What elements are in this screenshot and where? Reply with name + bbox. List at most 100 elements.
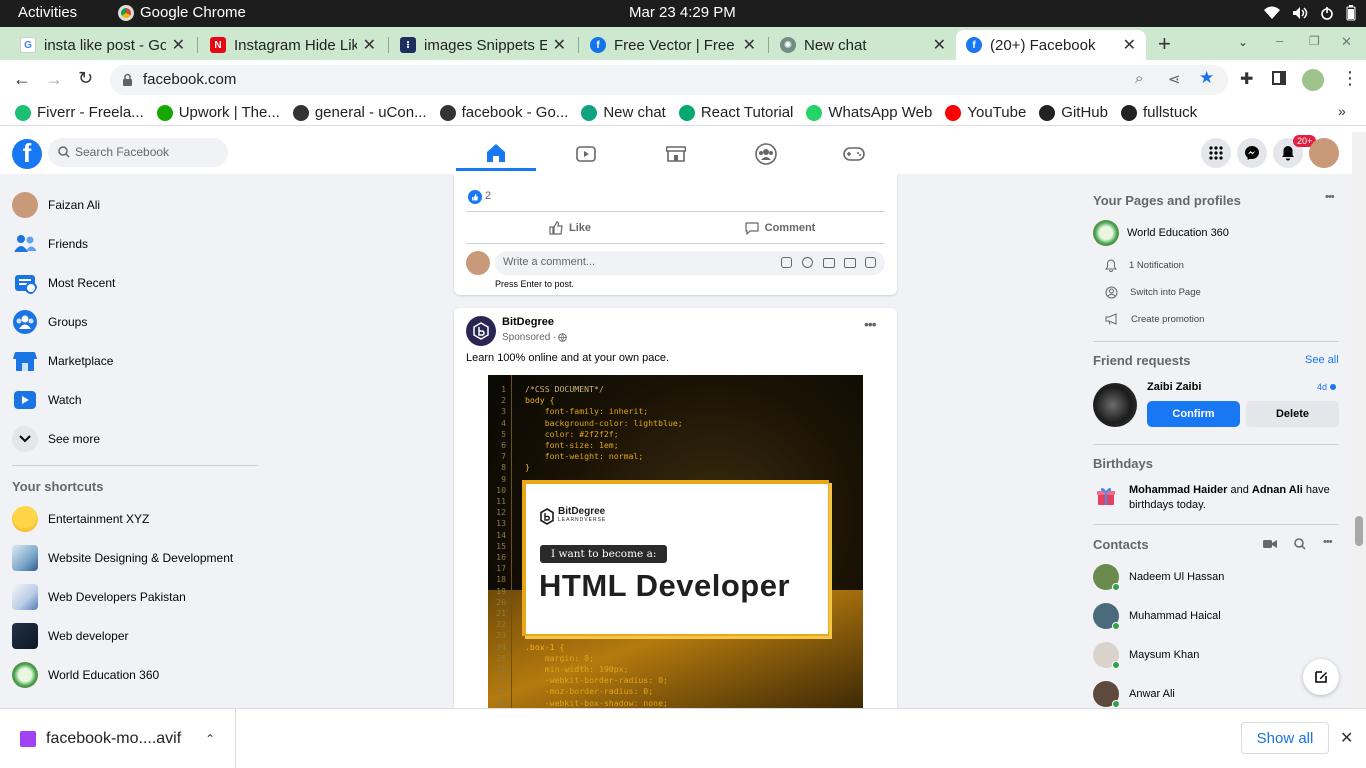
birthday-text[interactable]: Mohammad Haider and Adnan Ali have birth… xyxy=(1129,483,1341,513)
back-icon[interactable]: ← xyxy=(13,69,31,90)
request-name[interactable]: Zaibi Zaibi xyxy=(1147,381,1201,393)
nav-groups[interactable] xyxy=(726,137,806,171)
sidebar-item-watch[interactable]: Watch xyxy=(12,387,82,413)
request-avatar[interactable] xyxy=(1093,383,1137,427)
bookmark-item[interactable]: React Tutorial xyxy=(678,104,793,121)
sidebar-item-profile[interactable]: Faizan Ali xyxy=(12,192,100,218)
activities-button[interactable]: Activities xyxy=(18,4,77,21)
chevron-up-icon[interactable]: ⌃ xyxy=(205,732,215,746)
bookmark-item[interactable]: fullstuck xyxy=(1120,104,1197,121)
close-tab-icon[interactable]: ✕ xyxy=(363,35,376,55)
extensions-icon[interactable]: ✚ xyxy=(1240,69,1253,89)
confirm-button[interactable]: Confirm xyxy=(1147,401,1240,427)
bookmark-item[interactable]: facebook - Go... xyxy=(439,104,568,121)
messenger-button[interactable] xyxy=(1237,138,1267,168)
tab-insta-like-post[interactable]: G insta like post - Go ✕ xyxy=(10,30,195,60)
app-menu[interactable]: Google Chrome xyxy=(118,4,246,21)
delete-button[interactable]: Delete xyxy=(1246,401,1339,427)
see-more-button[interactable]: See more xyxy=(12,426,100,452)
post-author[interactable]: BitDegree xyxy=(502,316,554,328)
shortcut-entertainment-xyz[interactable]: Entertainment XYZ xyxy=(12,506,149,532)
comment-button[interactable]: Comment xyxy=(676,213,884,243)
write-comment-input[interactable]: Write a comment... xyxy=(495,251,885,275)
close-tab-icon[interactable]: ✕ xyxy=(172,35,185,55)
scrollbar-thumb[interactable] xyxy=(1355,516,1363,546)
show-all-button[interactable]: Show all xyxy=(1241,722,1329,754)
bookmark-star-icon[interactable]: ★ xyxy=(1199,68,1214,88)
maximize-icon[interactable]: ❐ xyxy=(1309,34,1320,48)
new-tab-icon[interactable]: + xyxy=(1158,31,1171,57)
bookmark-item[interactable]: GitHub xyxy=(1039,104,1108,121)
tab-free-vector[interactable]: f Free Vector | Free ✕ xyxy=(580,30,766,60)
nav-watch[interactable] xyxy=(546,137,626,171)
side-panel-icon[interactable] xyxy=(1272,71,1286,85)
gif-icon[interactable] xyxy=(844,258,856,268)
account-avatar[interactable] xyxy=(1309,138,1339,168)
nav-home[interactable] xyxy=(456,137,536,171)
close-window-icon[interactable]: ✕ xyxy=(1341,34,1352,50)
shortcut-web-developer[interactable]: Web developer xyxy=(12,623,129,649)
bookmark-item[interactable]: Fiverr - Freela... xyxy=(15,104,144,121)
contact-item[interactable]: Maysum Khan xyxy=(1093,642,1199,668)
close-tab-icon[interactable]: ✕ xyxy=(743,35,756,55)
bookmark-item[interactable]: general - uCon... xyxy=(292,104,427,121)
like-button[interactable]: Like xyxy=(466,213,674,243)
tab-new-chat[interactable]: ✺ New chat ✕ xyxy=(770,30,956,60)
reaction-count[interactable]: 2 xyxy=(485,190,491,202)
minimize-icon[interactable]: – xyxy=(1276,33,1283,48)
zoom-icon[interactable]: ⌕ xyxy=(1135,70,1143,87)
sidebar-item-friends[interactable]: Friends xyxy=(12,231,88,257)
emoji-icon[interactable] xyxy=(802,257,813,268)
sidebar-item-groups[interactable]: Groups xyxy=(12,309,87,335)
contacts-options-icon[interactable]: ••• xyxy=(1323,536,1333,548)
bookmark-item[interactable]: Upwork | The... xyxy=(156,104,280,121)
close-download-bar-icon[interactable]: ✕ xyxy=(1340,728,1353,748)
close-tab-icon[interactable]: ✕ xyxy=(933,35,946,55)
nav-marketplace[interactable] xyxy=(636,137,716,171)
close-tab-icon[interactable]: ✕ xyxy=(553,35,566,55)
see-all-link[interactable]: See all xyxy=(1305,354,1339,366)
camera-icon[interactable] xyxy=(823,258,835,268)
reload-icon[interactable]: ↻ xyxy=(78,68,93,89)
page-world-education-360[interactable]: World Education 360 xyxy=(1093,220,1229,246)
new-room-icon[interactable] xyxy=(1263,539,1277,549)
address-bar[interactable]: facebook.com ⌕ ⋖ ★ xyxy=(110,65,1228,95)
shortcut-web-developers-pakistan[interactable]: Web Developers Pakistan xyxy=(12,584,186,610)
sidebar-item-marketplace[interactable]: Marketplace xyxy=(12,348,113,374)
shortcut-world-education-360[interactable]: World Education 360 xyxy=(12,662,159,688)
create-promotion[interactable]: Create promotion xyxy=(1105,313,1204,325)
commenter-avatar[interactable] xyxy=(466,251,490,275)
bookmark-item[interactable]: WhatsApp Web xyxy=(806,104,932,121)
tab-search-icon[interactable]: ⌄ xyxy=(1238,35,1248,49)
bitdegree-avatar[interactable] xyxy=(466,316,496,346)
avatar-sticker-icon[interactable] xyxy=(781,257,792,268)
close-tab-icon[interactable]: ✕ xyxy=(1123,35,1136,55)
search-facebook-input[interactable]: Search Facebook xyxy=(48,138,228,167)
download-item[interactable]: facebook-mo....avif ⌃ xyxy=(0,709,236,768)
pages-options-icon[interactable]: ••• xyxy=(1325,191,1335,203)
facebook-logo[interactable]: f xyxy=(12,139,42,169)
clock[interactable]: Mar 23 4:29 PM xyxy=(629,4,736,21)
shortcut-website-designing[interactable]: Website Designing & Development xyxy=(12,545,233,571)
switch-into-page[interactable]: Switch into Page xyxy=(1105,286,1201,299)
share-icon[interactable]: ⋖ xyxy=(1168,70,1181,88)
sidebar-item-most-recent[interactable]: Most Recent xyxy=(12,270,115,296)
post-meta[interactable]: Sponsored · xyxy=(502,332,568,343)
system-tray[interactable] xyxy=(1264,5,1356,21)
menu-button[interactable] xyxy=(1201,138,1231,168)
contact-item[interactable]: Anwar Ali xyxy=(1093,681,1175,707)
tab-images-snippets[interactable]: ⁝ images Snippets E ✕ xyxy=(390,30,576,60)
page-notifications[interactable]: 1 Notification xyxy=(1105,259,1184,272)
search-contacts-icon[interactable] xyxy=(1294,538,1306,550)
ad-image[interactable]: 1/*CSS DOCUMENT*/2 body {3 font-family: i… xyxy=(488,375,863,708)
page-scrollbar[interactable] xyxy=(1352,132,1366,708)
profile-avatar[interactable] xyxy=(1302,69,1324,91)
nav-gaming[interactable] xyxy=(814,137,894,171)
more-bookmarks-icon[interactable]: » xyxy=(1338,103,1346,119)
tab-instagram-hide-likes[interactable]: N Instagram Hide Lik ✕ xyxy=(200,30,386,60)
chrome-menu-icon[interactable]: ⋮ xyxy=(1341,68,1359,89)
sticker-icon[interactable] xyxy=(865,257,876,268)
post-options-icon[interactable]: ••• xyxy=(864,316,877,332)
forward-icon[interactable]: → xyxy=(45,69,63,90)
new-message-button[interactable] xyxy=(1303,659,1339,695)
